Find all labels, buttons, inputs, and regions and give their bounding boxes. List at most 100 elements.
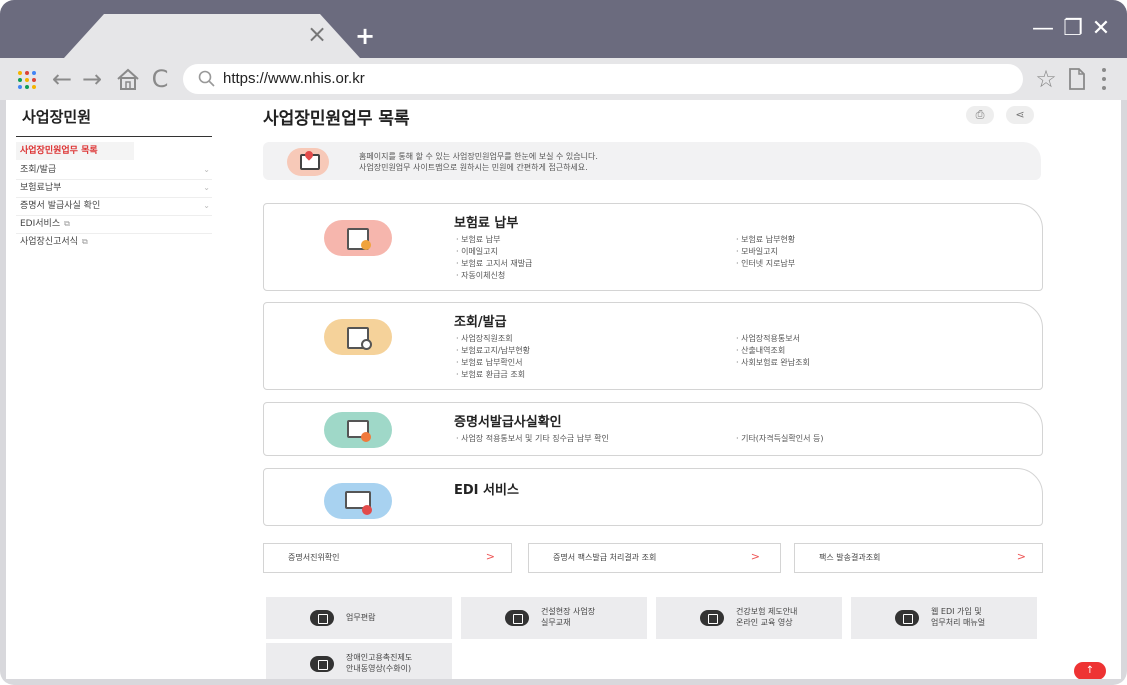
quick-manual[interactable]: 업무편람: [266, 597, 452, 639]
page-icon[interactable]: [1064, 64, 1090, 94]
link-fax-send[interactable]: 팩스 발송결과조회 >: [794, 543, 1043, 573]
card-edi-service[interactable]: EDI 서비스: [263, 468, 1043, 526]
book-icon: [310, 610, 334, 626]
card-title: 조회/발급: [454, 315, 507, 330]
minimize-icon[interactable]: —: [1028, 14, 1058, 44]
sidebar-item-label: 사업장민원업무 목록: [20, 146, 98, 156]
card-inquiry: 조회/발급 · 사업장직원조회 · 보험료고지/납부현황 · 보험료 납부확인서…: [263, 302, 1043, 390]
sidebar-divider: [16, 136, 212, 137]
card-link[interactable]: · 사업장직원조회: [456, 333, 513, 344]
quick-label: 업무처리 매뉴얼: [931, 618, 986, 627]
quick-label: 실무교재: [541, 618, 571, 627]
card-title: 증명서발급사실확인: [454, 415, 562, 430]
computer-icon: [324, 483, 392, 519]
apps-grid-dot: [32, 71, 36, 75]
apps-grid-icon[interactable]: [18, 71, 36, 89]
card-link[interactable]: · 보험료 환급금 조회: [456, 369, 525, 380]
link-label: 증명서진위확인: [288, 553, 340, 562]
notice-line: 사업장민원업무 사이트맵으로 원하시는 민원에 간편하게 접근하세요.: [359, 163, 588, 172]
sidebar-item-label: EDI서비스: [20, 219, 61, 229]
apps-grid-dot: [25, 71, 29, 75]
external-link-icon: ⧉: [81, 237, 88, 246]
sidebar-item-label: 조회/발급: [20, 165, 57, 175]
share-icon[interactable]: ⋖: [1006, 106, 1034, 124]
home-icon[interactable]: [114, 64, 142, 94]
card-link[interactable]: · 보험료 고지서 재발급: [456, 258, 532, 269]
address-bar[interactable]: https://www.nhis.or.kr: [183, 64, 1023, 94]
sidebar-item-inquiry[interactable]: 조회/발급 ⌄: [16, 161, 212, 180]
frame-right: [1121, 100, 1127, 685]
quick-label: 건강보험 제도안내: [736, 607, 798, 616]
sidebar-item-list[interactable]: 사업장민원업무 목록: [16, 142, 134, 160]
scroll-top-button[interactable]: ↑: [1074, 662, 1106, 679]
quick-disability-video[interactable]: 장애인고용촉진제도 안내동영상(수화이): [266, 643, 452, 679]
apps-grid-dot: [18, 71, 22, 75]
sidebar-item-forms[interactable]: 사업장신고서식 ⧉: [16, 233, 212, 251]
map-pin-icon: [287, 148, 329, 176]
card-link[interactable]: · 기타(자격득실확인서 등): [736, 433, 823, 444]
notice-line: 홈페이지를 통해 할 수 있는 사업장민원업무를 한눈에 보실 수 있습니다.: [359, 152, 598, 161]
card-link[interactable]: · 이메일고지: [456, 246, 498, 257]
restore-icon[interactable]: ❐: [1058, 14, 1088, 44]
sidebar-item-label: 증명서 발급사실 확인: [20, 201, 101, 211]
search-document-icon: [324, 319, 392, 355]
tab-close-icon[interactable]: ×: [305, 22, 329, 46]
card-link[interactable]: · 보험료 납부: [456, 234, 500, 245]
quick-label: 장애인고용촉진제도: [346, 653, 413, 662]
quick-edi-manual[interactable]: 웹 EDI 가입 및 업무처리 매뉴얼: [851, 597, 1037, 639]
browser-menu-icon[interactable]: [1097, 66, 1111, 92]
card-premium-payment: 보험료 납부 · 보험료 납부 · 이메일고지 · 보험료 고지서 재발급 · …: [263, 203, 1043, 291]
quick-label: 업무편람: [346, 613, 376, 622]
apps-grid-dot: [18, 78, 22, 82]
web-page: 사업장민원 사업장민원업무 목록 조회/발급 ⌄ 보험료납부 ⌄ 증명서 발급사…: [6, 100, 1121, 679]
sidebar-title: 사업장민원: [22, 108, 92, 126]
card-certificate-check: 증명서발급사실확인 · 사업장 적용통보서 및 기타 징수금 납부 확인 · 기…: [263, 402, 1043, 456]
link-fax-result[interactable]: 증명서 팩스발급 처리결과 조회 >: [528, 543, 781, 573]
quick-education[interactable]: 건강보험 제도안내 온라인 교육 영상: [656, 597, 842, 639]
card-link[interactable]: · 사업장 적용통보서 및 기타 징수금 납부 확인: [456, 433, 609, 444]
reload-icon[interactable]: C: [148, 64, 172, 94]
card-link[interactable]: · 보험료고지/납부현황: [456, 345, 530, 356]
certificate-icon: [324, 412, 392, 448]
chevron-down-icon: ⌄: [203, 183, 210, 192]
card-link[interactable]: · 사회보험료 완납조회: [736, 357, 810, 368]
apps-grid-dot: [32, 78, 36, 82]
apps-grid-dot: [32, 85, 36, 89]
browser-window: × + — ❐ ✕ ← → C https://www.nhis.or.kr ☆…: [0, 0, 1127, 685]
chevron-down-icon: ⌄: [203, 165, 210, 174]
page-title: 사업장민원업무 목록: [263, 109, 410, 129]
print-icon[interactable]: ⎙: [966, 106, 994, 124]
quick-label: 웹 EDI 가입 및: [931, 607, 982, 616]
sidebar-item-certificate[interactable]: 증명서 발급사실 확인 ⌄: [16, 197, 212, 216]
sidebar-item-edi[interactable]: EDI서비스 ⧉: [16, 215, 212, 234]
card-title: 보험료 납부: [454, 216, 519, 231]
sidebar-item-payment[interactable]: 보험료납부 ⌄: [16, 179, 212, 198]
card-link[interactable]: · 모바일고지: [736, 246, 778, 257]
card-link[interactable]: · 보험료 납부현황: [736, 234, 795, 245]
back-icon[interactable]: ←: [50, 64, 74, 94]
book-icon: [505, 610, 529, 626]
link-cert-verify[interactable]: 증명서진위확인 >: [263, 543, 512, 573]
card-title: EDI 서비스: [454, 483, 519, 498]
card-link[interactable]: · 산출내역조회: [736, 345, 785, 356]
document-icon: [895, 610, 919, 626]
arrow-right-icon: >: [1016, 550, 1026, 563]
forward-icon[interactable]: →: [80, 64, 104, 94]
sidebar-item-label: 사업장신고서식: [20, 237, 78, 247]
video-icon: [700, 610, 724, 626]
quick-label: 건설현장 사업장: [541, 607, 596, 616]
quick-construction[interactable]: 건설현장 사업장 실무교재: [461, 597, 647, 639]
apps-grid-dot: [25, 85, 29, 89]
link-label: 팩스 발송결과조회: [819, 553, 881, 562]
new-tab-icon[interactable]: +: [350, 22, 380, 52]
bookmark-star-icon[interactable]: ☆: [1032, 64, 1060, 94]
card-link[interactable]: · 자동이체신청: [456, 270, 505, 281]
search-icon: [198, 70, 215, 87]
url-text: https://www.nhis.or.kr: [223, 70, 365, 87]
arrow-right-icon: >: [485, 550, 495, 563]
close-window-icon[interactable]: ✕: [1086, 14, 1116, 44]
card-link[interactable]: · 보험료 납부확인서: [456, 357, 523, 368]
card-link[interactable]: · 사업장적용통보서: [736, 333, 800, 344]
card-link[interactable]: · 인터넷 지로납부: [736, 258, 795, 269]
person-icon: [310, 656, 334, 672]
